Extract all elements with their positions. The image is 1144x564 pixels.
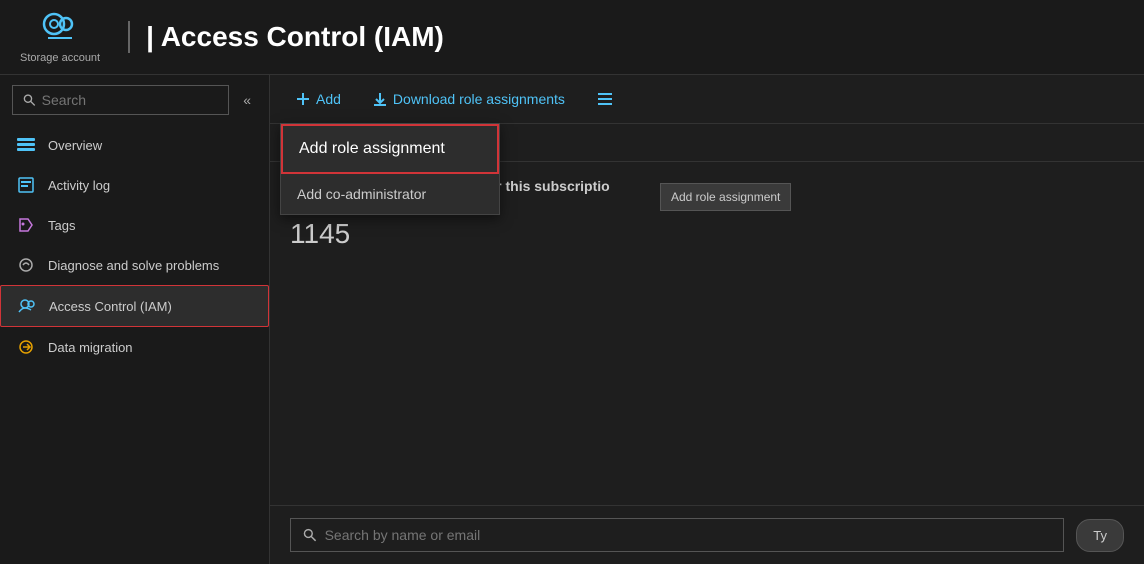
bottom-search-icon	[303, 528, 317, 542]
type-button[interactable]: Ty	[1076, 519, 1124, 552]
sidebar-search-box[interactable]	[12, 85, 229, 115]
filter-icon	[597, 92, 613, 106]
tooltip-add-role: Add role assignment	[660, 183, 791, 211]
sidebar-item-activity-log[interactable]: Activity log	[0, 165, 269, 205]
sidebar-item-data-migration[interactable]: Data migration	[0, 327, 269, 367]
iam-icon	[17, 296, 37, 316]
add-co-administrator-label: Add co-administrator	[297, 186, 426, 202]
sidebar-item-data-migration-label: Data migration	[48, 340, 133, 355]
storage-icon	[40, 10, 80, 50]
main-layout: « Overview Activity log	[0, 75, 1144, 564]
dropdown-item-add-co-admin[interactable]: Add co-administrator	[281, 174, 499, 214]
add-role-assignment-label: Add role assignment	[299, 140, 445, 158]
bottom-search-input[interactable]	[325, 527, 1052, 543]
top-header: Storage account | Access Control (IAM)	[0, 0, 1144, 75]
overview-icon	[16, 135, 36, 155]
sidebar-item-diagnose[interactable]: Diagnose and solve problems	[0, 245, 269, 285]
sidebar-item-tags[interactable]: Tags	[0, 205, 269, 245]
count-value: 1145	[290, 218, 1124, 250]
plus-icon	[296, 92, 310, 106]
diagnose-icon	[16, 255, 36, 275]
download-icon	[373, 92, 387, 106]
storage-label: Storage account	[20, 52, 100, 64]
bottom-search-area: Ty	[270, 505, 1144, 564]
sidebar-item-diagnose-label: Diagnose and solve problems	[48, 258, 219, 273]
bottom-search-box[interactable]	[290, 518, 1064, 552]
storage-account-logo: Storage account	[20, 10, 100, 64]
toolbar: Add Download role assignments	[270, 75, 1144, 124]
sidebar-item-tags-label: Tags	[48, 218, 75, 233]
tags-icon	[16, 215, 36, 235]
dropdown-menu: Add role assignment Add co-administrator	[280, 123, 500, 215]
sidebar-item-activity-log-label: Activity log	[48, 178, 110, 193]
sidebar-item-iam[interactable]: Access Control (IAM)	[0, 285, 269, 327]
collapse-button[interactable]: «	[237, 88, 257, 112]
page-title: | Access Control (IAM)	[128, 21, 444, 53]
add-button[interactable]: Add	[290, 87, 347, 111]
sidebar-item-overview[interactable]: Overview	[0, 125, 269, 165]
filter-button[interactable]	[591, 88, 619, 110]
search-icon	[23, 93, 36, 107]
sidebar-item-iam-label: Access Control (IAM)	[49, 299, 172, 314]
dropdown-item-add-role[interactable]: Add role assignment	[281, 124, 499, 174]
sidebar-search-input[interactable]	[42, 92, 219, 108]
activity-icon	[16, 175, 36, 195]
migration-icon	[16, 337, 36, 357]
content-area: Add Download role assignments	[270, 75, 1144, 564]
sidebar-search-row: «	[0, 75, 269, 125]
add-label: Add	[316, 91, 341, 107]
sidebar-item-overview-label: Overview	[48, 138, 102, 153]
download-label: Download role assignments	[393, 91, 565, 107]
sidebar: « Overview Activity log	[0, 75, 270, 564]
download-button[interactable]: Download role assignments	[367, 87, 571, 111]
